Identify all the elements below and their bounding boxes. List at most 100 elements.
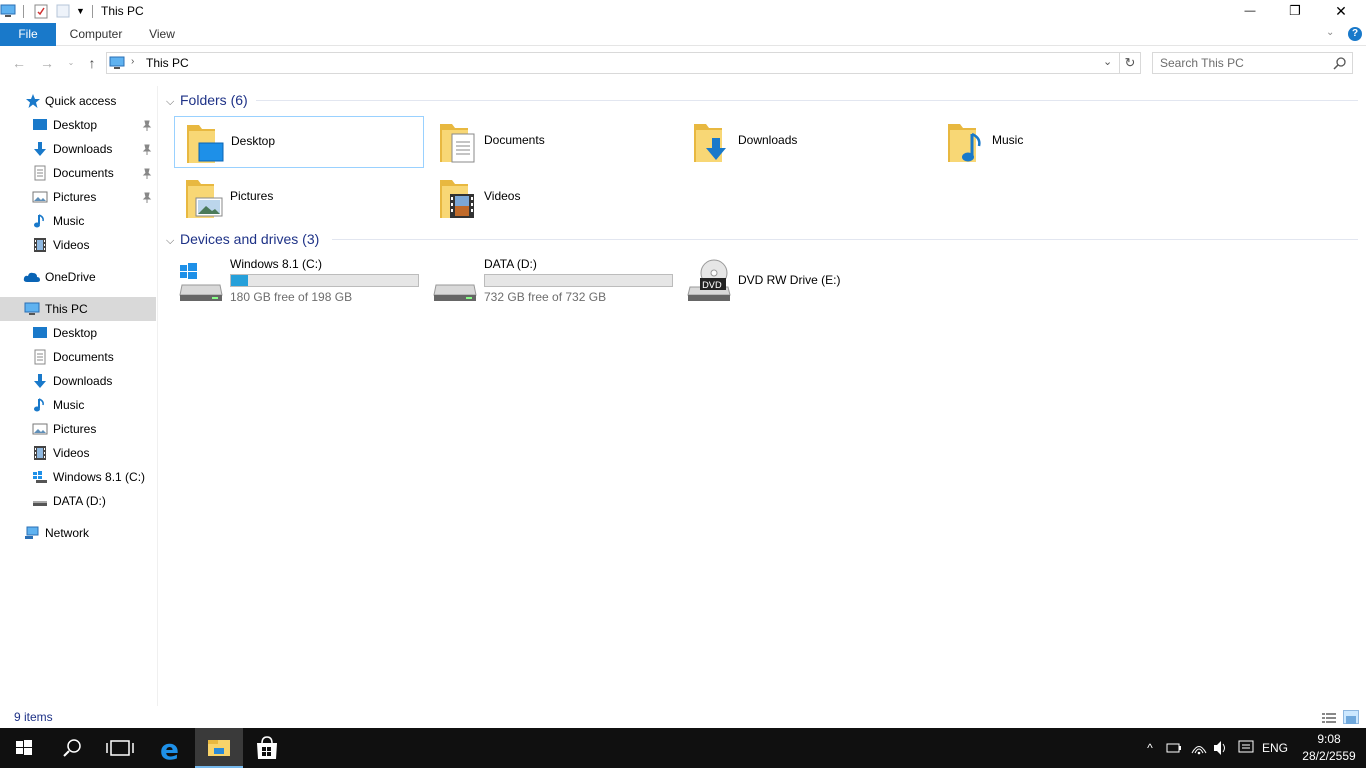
nav-onedrive[interactable]: OneDrive (0, 265, 156, 289)
search-placeholder: Search This PC (1160, 56, 1244, 70)
restore-button[interactable]: ❐ (1272, 0, 1318, 23)
close-button[interactable]: ✕ (1318, 0, 1364, 23)
nav-this-pc[interactable]: This PC (0, 297, 156, 321)
folder-tile-videos[interactable]: Videos (428, 172, 678, 224)
sidebar-item-documents[interactable]: Documents (0, 345, 156, 369)
sidebar-item-downloads[interactable]: Downloads (0, 137, 156, 161)
drive-usage-bar (484, 274, 673, 287)
drive-tile-windows-8-1-c[interactable]: Windows 8.1 (C:) 180 GB free of 198 GB (174, 257, 424, 309)
pane-splitter[interactable] (157, 86, 158, 706)
folder-tile-pictures[interactable]: Pictures (174, 172, 424, 224)
sidebar-item-desktop[interactable]: Desktop (0, 113, 156, 137)
drives-group-header[interactable]: ⌵ Devices and drives (3) (166, 228, 319, 250)
documents-icon (32, 165, 48, 181)
ribbon-tabs: File Computer View ⌄ ? (0, 23, 1366, 46)
folder-label: Documents (484, 133, 545, 147)
sidebar-item-documents[interactable]: Documents (0, 161, 156, 185)
properties-icon[interactable] (33, 3, 49, 19)
drive-icon (32, 493, 48, 509)
edge-icon[interactable]: e (146, 728, 194, 768)
sidebar-item-music[interactable]: Music (0, 209, 156, 233)
address-dropdown-icon[interactable]: ⌄ (1103, 55, 1112, 68)
back-icon[interactable]: ← (10, 54, 28, 72)
volume-icon[interactable] (1211, 728, 1231, 768)
recent-locations-icon[interactable]: ⌄ (62, 54, 80, 72)
sidebar-item-label: Downloads (53, 142, 113, 156)
help-icon[interactable]: ? (1348, 27, 1362, 41)
sidebar-item-pictures[interactable]: Pictures (0, 417, 156, 441)
folder-tile-documents[interactable]: Documents (428, 116, 678, 168)
details-view-icon[interactable] (1321, 710, 1337, 724)
breadcrumb-separator-icon[interactable]: › (131, 56, 134, 67)
sidebar-item-label: Music (53, 214, 85, 228)
forward-icon[interactable]: → (38, 54, 56, 72)
tab-computer[interactable]: Computer (62, 23, 130, 46)
folder-tile-desktop[interactable]: Desktop (174, 116, 424, 168)
search-icon[interactable] (48, 728, 96, 768)
show-hidden-icons-icon[interactable]: ^ (1140, 728, 1160, 768)
desktop-icon (32, 325, 48, 341)
sidebar-item-videos[interactable]: Videos (0, 441, 156, 465)
network-icon (24, 525, 40, 541)
sidebar-item-desktop[interactable]: Desktop (0, 321, 156, 345)
drive-label: DATA (D:) (484, 257, 537, 271)
item-count: 9 items (14, 710, 53, 724)
breadcrumb[interactable]: This PC (146, 56, 189, 70)
minimize-button[interactable]: — (1227, 0, 1273, 23)
expand-ribbon-icon[interactable]: ⌄ (1326, 27, 1334, 38)
sidebar-item-data-d[interactable]: DATA (D:) (0, 489, 156, 513)
up-icon[interactable]: ↑ (83, 54, 101, 72)
start-icon[interactable] (0, 728, 48, 768)
pc-icon (24, 301, 40, 317)
nav-quick-access[interactable]: Quick access (0, 89, 156, 113)
drive-tile-data-d[interactable]: DATA (D:) 732 GB free of 732 GB (428, 257, 678, 309)
sidebar-item-videos[interactable]: Videos (0, 233, 156, 257)
chevron-down-icon: ⌵ (166, 96, 175, 108)
sidebar-item-label: Windows 8.1 (C:) (53, 470, 146, 484)
language-indicator[interactable]: ENG (1260, 728, 1290, 768)
documents-icon (32, 349, 48, 365)
nav-network[interactable]: Network (0, 521, 156, 545)
drive-label: DVD RW Drive (E:) (738, 273, 841, 287)
task-view-icon[interactable] (96, 728, 144, 768)
drive-free-space: 180 GB free of 198 GB (230, 290, 353, 304)
action-center-icon[interactable] (1236, 728, 1256, 768)
folder-label: Desktop (231, 134, 276, 148)
address-bar[interactable]: › This PC ⌄ (106, 52, 1120, 74)
sidebar-item-label: Documents (53, 166, 114, 180)
sidebar-item-windows-8-1-c[interactable]: Windows 8.1 (C:) (0, 465, 156, 489)
drive-label: Windows 8.1 (C:) (230, 257, 323, 271)
refresh-button[interactable]: ↻ (1120, 52, 1141, 74)
search-icon[interactable] (1333, 56, 1347, 70)
chevron-down-icon: ⌵ (166, 235, 175, 247)
sidebar-item-music[interactable]: Music (0, 393, 156, 417)
pc-icon[interactable] (0, 4, 16, 18)
drive-usage-fill (231, 275, 248, 286)
wifi-icon[interactable] (1189, 728, 1209, 768)
sidebar-item-downloads[interactable]: Downloads (0, 369, 156, 393)
sidebar-item-label: Desktop (53, 118, 98, 132)
folder-tile-music[interactable]: Music (936, 116, 1186, 168)
folder-tile-downloads[interactable]: Downloads (682, 116, 932, 168)
clock-time[interactable]: 9:08 (1300, 732, 1358, 746)
tab-view[interactable]: View (140, 23, 184, 46)
sidebar-item-label: Documents (53, 350, 114, 364)
sidebar-item-pictures[interactable]: Pictures (0, 185, 156, 209)
battery-icon[interactable] (1164, 728, 1184, 768)
large-icons-view-icon[interactable] (1343, 710, 1359, 724)
tab-file[interactable]: File (0, 23, 56, 46)
drive-tile-dvd-rw-drive-e[interactable]: DVD DVD RW Drive (E:) (682, 257, 932, 309)
divider (92, 5, 93, 18)
folders-group-header[interactable]: ⌵ Folders (6) (166, 89, 248, 111)
search-input[interactable]: Search This PC (1152, 52, 1353, 74)
svg-text:e: e (160, 733, 179, 766)
file-explorer-icon[interactable] (195, 728, 243, 768)
customize-qat-icon[interactable]: ▼ (76, 4, 86, 18)
new-folder-icon[interactable] (56, 4, 70, 18)
sidebar-item-label: Videos (53, 446, 90, 460)
store-icon[interactable] (243, 728, 291, 768)
videos-icon (32, 237, 48, 253)
sidebar-item-label: Downloads (53, 374, 113, 388)
clock-date[interactable]: 28/2/2559 (1297, 749, 1361, 763)
drive-usage-bar (230, 274, 419, 287)
